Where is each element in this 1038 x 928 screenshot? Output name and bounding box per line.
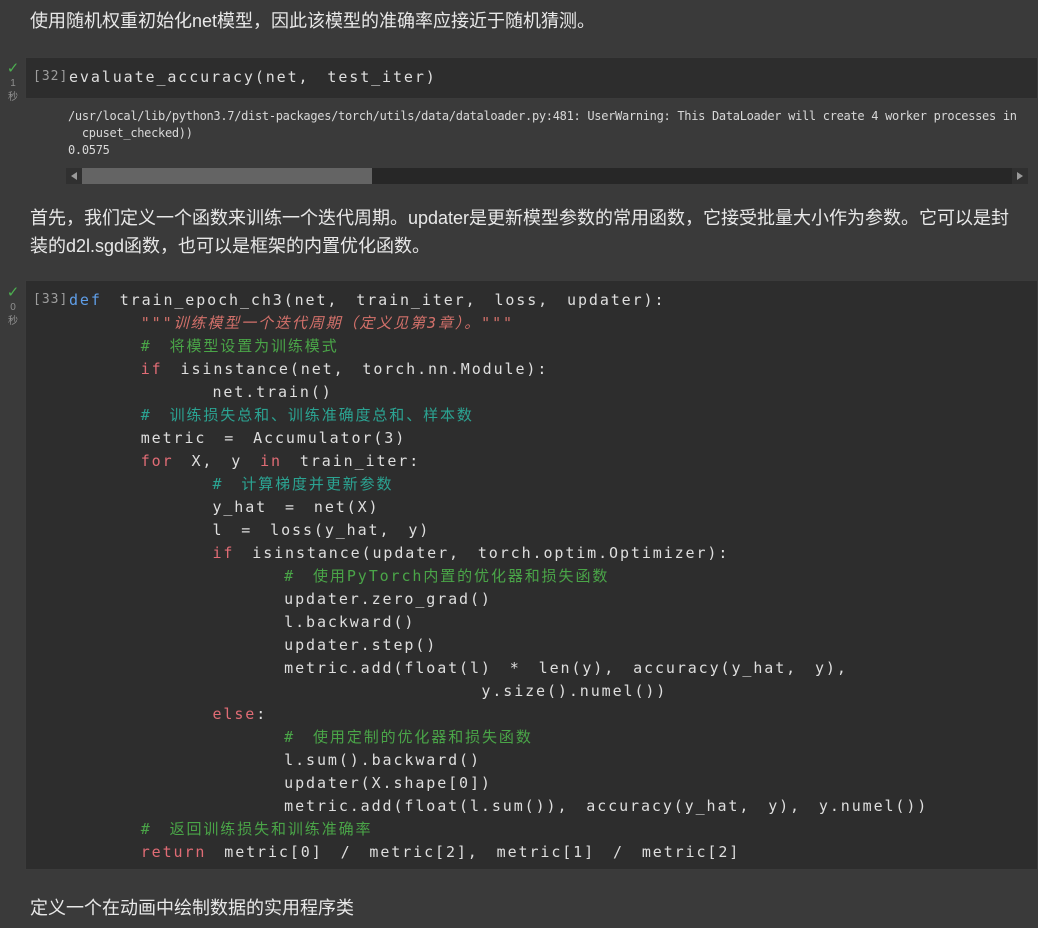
markdown-cell-bottom: 定义一个在动画中绘制数据的实用程序类 [30,898,354,918]
scroll-left-arrow-icon [71,172,77,180]
execution-time-value: 1 [10,78,16,89]
code-editor[interactable]: def train_epoch_ch3(net, train_iter, los… [69,289,928,864]
scroll-left-button[interactable] [66,168,82,184]
scrollbar-thumb[interactable] [82,168,372,184]
cell-32-output: /usr/local/lib/python3.7/dist-packages/t… [68,109,1017,157]
scroll-right-button[interactable] [1012,168,1028,184]
code-cell-33[interactable]: [33] def train_epoch_ch3(net, train_iter… [25,280,1038,870]
markdown-cell-top: 使用随机权重初始化net模型，因此该模型的准确率应接近于随机猜测。 [30,11,596,31]
output-horizontal-scrollbar[interactable] [66,168,1028,184]
execution-time-unit: 秒 [8,92,18,103]
markdown-cell-middle: 首先，我们定义一个函数来训练一个迭代周期。updater是更新模型参数的常用函数… [30,208,1010,256]
cell-33-run-status[interactable]: ✓ 0 秒 [3,285,23,328]
execution-time-unit: 秒 [8,316,18,327]
success-check-icon: ✓ [6,284,20,301]
execution-time-value: 0 [10,302,16,313]
execution-count-badge[interactable]: [32] [33,69,68,84]
scroll-right-arrow-icon [1017,172,1023,180]
scrollbar-track[interactable] [82,168,1012,184]
success-check-icon: ✓ [6,60,20,77]
code-editor[interactable]: evaluate_accuracy(net, test_iter) [69,66,437,89]
cell-32-run-status[interactable]: ✓ 1 秒 [3,61,23,104]
code-cell-32[interactable]: [32] evaluate_accuracy(net, test_iter) [25,57,1038,99]
execution-count-badge[interactable]: [33] [33,292,68,307]
